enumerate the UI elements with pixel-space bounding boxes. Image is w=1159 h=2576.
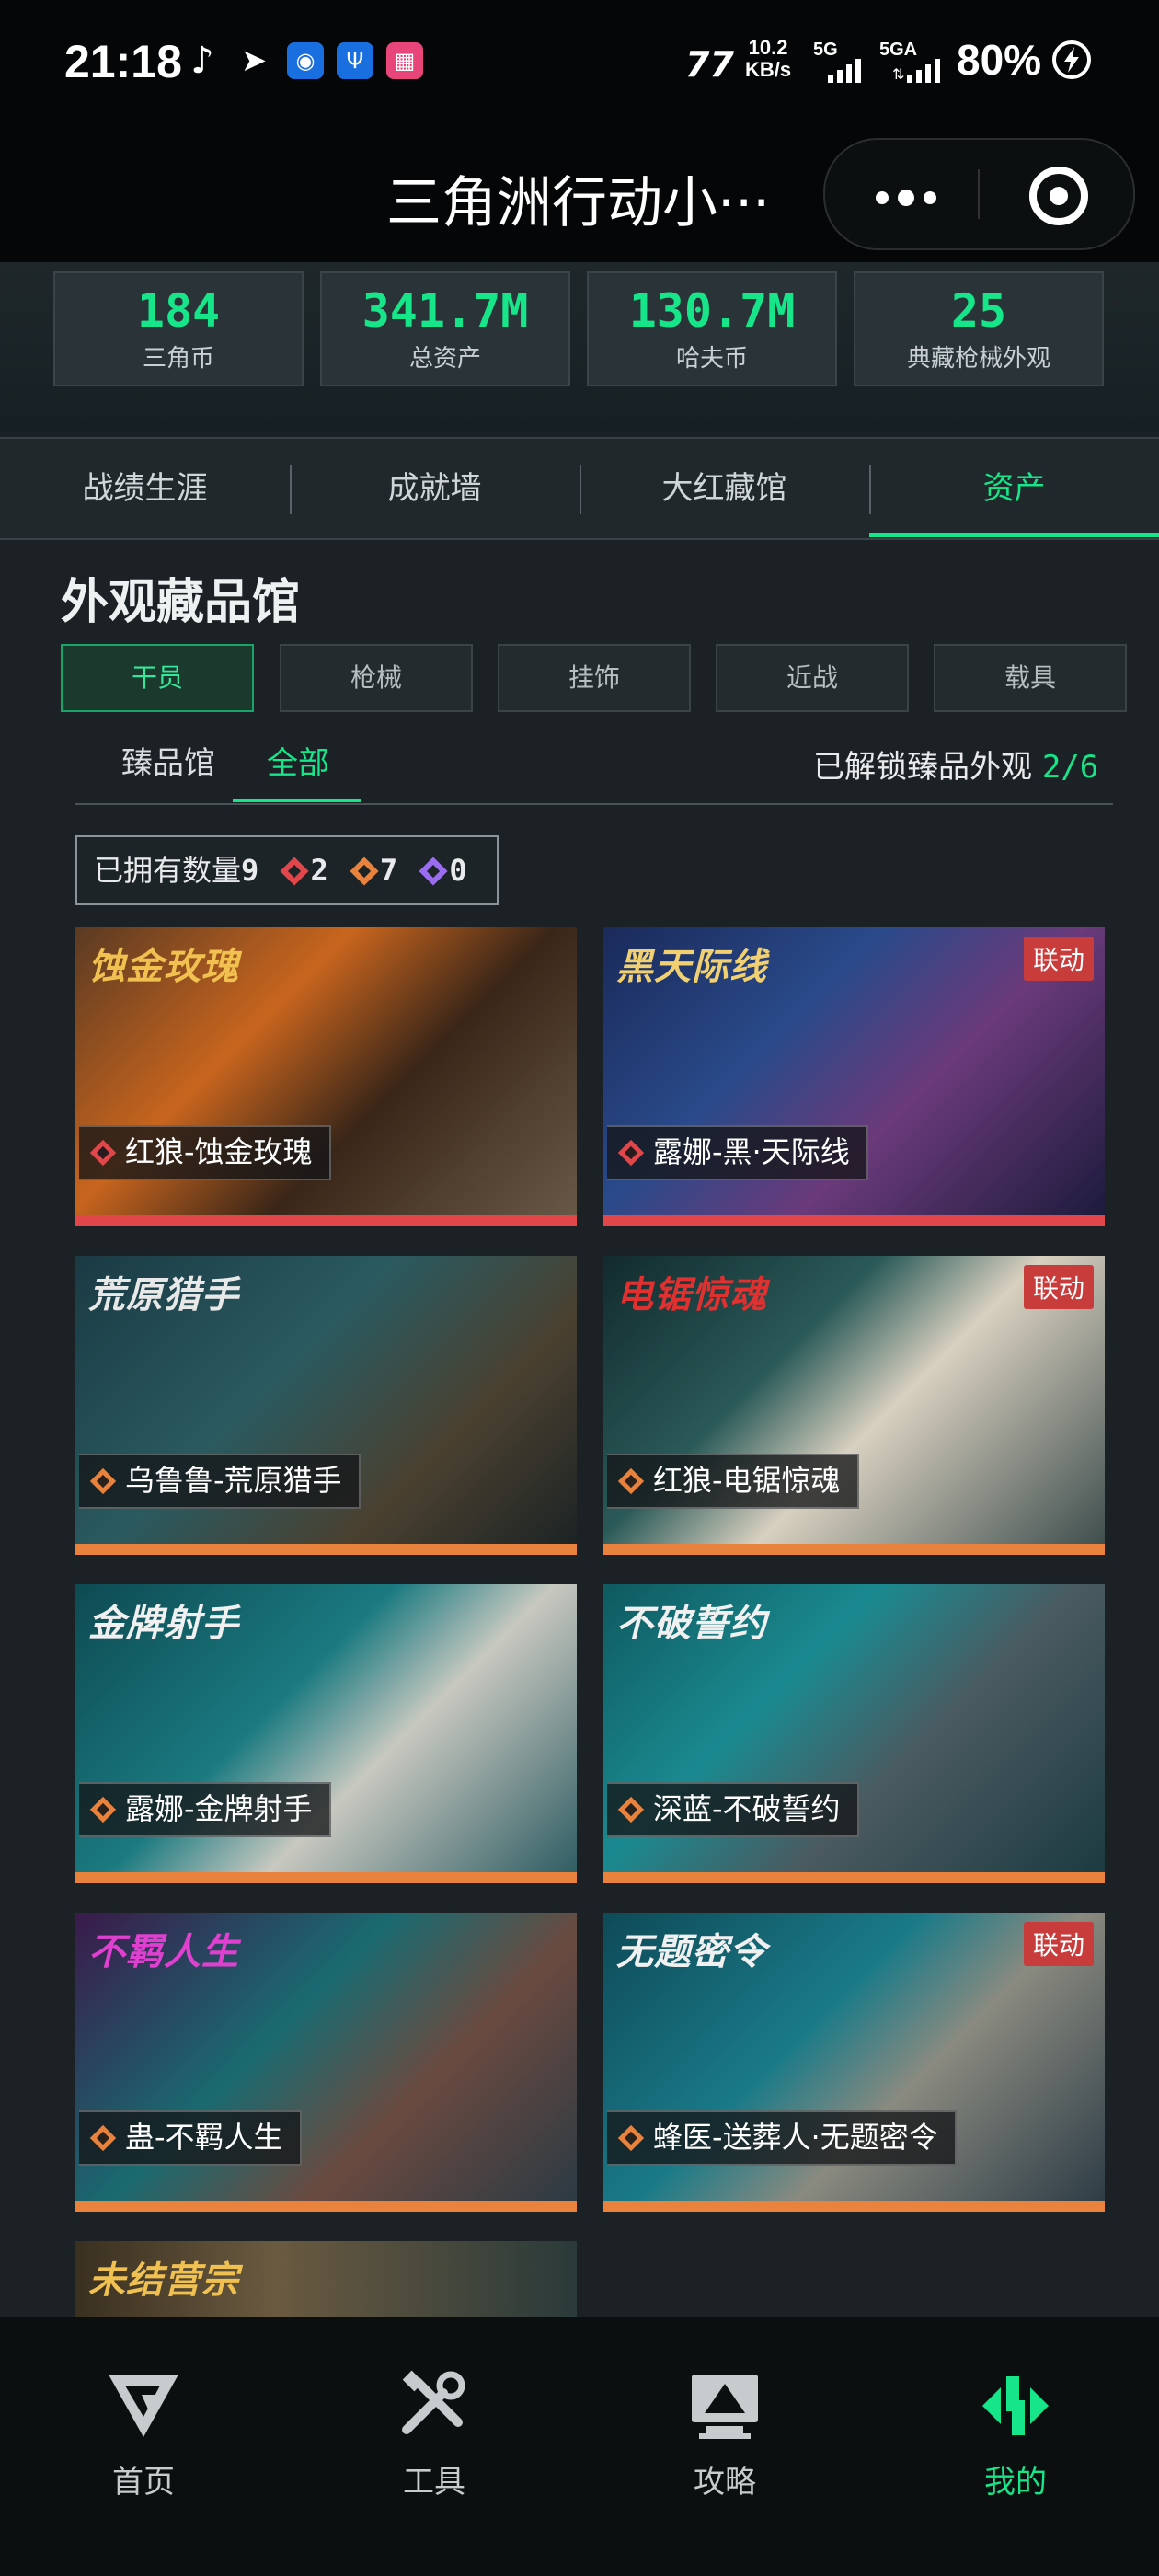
red-rarity-icon <box>280 857 310 886</box>
rarity-icon <box>89 1467 117 1495</box>
skin-card[interactable]: 电锯惊魂 联动 红狼-电锯惊魂 <box>603 1256 1105 1555</box>
rarity-icon <box>617 1467 645 1495</box>
category-charms[interactable]: 挂饰 <box>498 644 691 712</box>
collab-badge: 联动 <box>1023 937 1094 981</box>
skin-card[interactable]: 黑天际线 联动 露娜-黑·天际线 <box>603 927 1105 1226</box>
skin-card[interactable]: 不羁人生 蛊-不羁人生 <box>75 1913 577 2212</box>
category-operator[interactable]: 干员 <box>61 644 254 712</box>
skin-card[interactable]: 未结营宗 <box>75 2241 577 2317</box>
tab-career[interactable]: 战绩生涯 <box>0 439 290 538</box>
stat-haf-coin: 130.7M 哈夫币 <box>587 271 837 386</box>
status-time: 21:18 <box>64 36 182 87</box>
tab-achievements[interactable]: 成就墙 <box>290 439 580 538</box>
tiktok-icon: ♪ <box>190 40 214 82</box>
telegram-icon: ➤ <box>240 42 268 79</box>
orange-rarity-icon <box>350 857 379 886</box>
subtab-indicator <box>233 799 361 802</box>
miniapp-capsule <box>823 138 1135 250</box>
rarity-icon <box>89 1796 117 1823</box>
active-tab-indicator <box>869 533 1159 537</box>
skin-card[interactable]: 不破誓约 深蓝-不破誓约 <box>603 1584 1105 1883</box>
section-title: 外观藏品馆 <box>61 575 301 630</box>
mine-icon <box>924 2364 1107 2447</box>
hotspot-icon: ◉ <box>287 42 324 79</box>
rarity-icon <box>617 2124 645 2152</box>
subtab-premium[interactable]: 臻品馆 <box>121 738 215 783</box>
tab-assets[interactable]: 资产 <box>869 439 1159 538</box>
collab-badge: 联动 <box>1023 1922 1094 1966</box>
signal-brand-icon: 77 <box>685 44 734 85</box>
skin-card[interactable]: 金牌射手 露娜-金牌射手 <box>75 1584 577 1883</box>
rarity-icon <box>617 1139 645 1167</box>
skin-card[interactable]: 荒原猎手 乌鲁鲁-荒原猎手 <box>75 1256 577 1555</box>
net-speed: 10.2 KB/s <box>745 36 792 81</box>
tab-tools[interactable]: 工具 <box>342 2364 526 2501</box>
bilibili-icon: ▦ <box>386 42 423 79</box>
home-icon <box>52 2364 235 2447</box>
category-vehicles[interactable]: 载具 <box>934 644 1127 712</box>
subtab-divider <box>75 803 1113 805</box>
battery-percent: 80% <box>957 36 1042 84</box>
category-guns[interactable]: 枪械 <box>280 644 473 712</box>
tab-mine[interactable]: 我的 <box>924 2364 1107 2501</box>
rarity-icon <box>89 2124 117 2152</box>
usb-icon: Ψ <box>337 42 373 79</box>
skin-card[interactable]: 蚀金玫瑰 红狼-蚀金玫瑰 <box>75 927 577 1226</box>
tab-guides[interactable]: 攻略 <box>633 2364 817 2501</box>
signal-bars-icon <box>828 57 874 86</box>
owned-count-box: 已拥有数量9 2 7 0 <box>75 835 499 905</box>
svg-text:⇅: ⇅ <box>892 65 904 83</box>
rarity-icon <box>89 1139 117 1167</box>
subtab-all[interactable]: 全部 <box>267 738 329 783</box>
category-melee[interactable]: 近战 <box>716 644 909 712</box>
charging-icon <box>1050 39 1093 85</box>
page-title: 三角洲行动小··· <box>386 171 771 236</box>
stat-total-assets: 341.7M 总资产 <box>320 271 570 386</box>
main-tabs: 战绩生涯 成就墙 大红藏馆 资产 <box>0 437 1159 540</box>
close-miniapp-icon[interactable] <box>1029 167 1088 225</box>
skin-card[interactable]: 无题密令 联动 蜂医-送葬人·无题密令 <box>603 1913 1105 2212</box>
tab-home[interactable]: 首页 <box>52 2364 235 2501</box>
tools-icon <box>342 2364 526 2447</box>
signal-bars-2-icon: ⇅ <box>892 57 947 86</box>
tab-red-collection[interactable]: 大红藏馆 <box>580 439 869 538</box>
stat-triangle-coin: 184 三角币 <box>53 271 304 386</box>
guides-icon <box>633 2364 817 2447</box>
more-menu-icon[interactable] <box>876 188 946 208</box>
collab-badge: 联动 <box>1023 1265 1094 1309</box>
rarity-icon <box>617 1796 645 1823</box>
purple-rarity-icon <box>419 857 448 886</box>
unlock-summary: 已解锁臻品外观 2/6 <box>813 749 1099 786</box>
stat-skins: 25 典藏枪械外观 <box>854 271 1104 386</box>
